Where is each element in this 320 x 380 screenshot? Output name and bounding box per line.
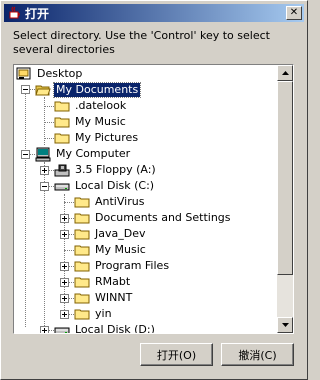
collapse-my-documents[interactable] — [21, 85, 30, 94]
tree-label: Program Files — [95, 259, 170, 272]
folder-open-icon — [35, 85, 51, 96]
scroll-thumb[interactable] — [277, 81, 293, 275]
tree-label: Local Disk (D:) — [75, 323, 155, 334]
tree-label: My Computer — [56, 147, 131, 160]
cancel-button[interactable]: 撤消(C) — [221, 343, 294, 366]
tree-node-program-files[interactable]: Program Files — [74, 258, 171, 274]
tree-node-local-disk-c[interactable]: Local Disk (C:) — [54, 178, 156, 194]
tree-node-rmabt[interactable]: RMabt — [74, 274, 132, 290]
folder-icon — [74, 261, 90, 272]
window-title: 打开 — [25, 6, 50, 21]
expand-program-files[interactable] — [60, 262, 69, 271]
expand-java-dev[interactable] — [60, 230, 69, 239]
hard-disk-icon — [54, 183, 70, 191]
arrow-down-icon — [281, 323, 289, 327]
tree-label: .datelook — [75, 99, 127, 112]
open-button[interactable]: 打开(O) — [140, 343, 213, 366]
tree-node-datelook[interactable]: .datelook — [54, 98, 128, 114]
folder-icon — [54, 133, 70, 144]
folder-icon — [74, 213, 90, 224]
folder-icon — [74, 229, 90, 240]
tree-node-my-music-c[interactable]: My Music — [74, 242, 148, 258]
open-dialog: 打开 ✕ Select directory. Use the 'Control'… — [0, 0, 308, 380]
tree-node-floppy-a[interactable]: 3.5 Floppy (A:) — [54, 162, 158, 178]
expand-floppy[interactable] — [40, 166, 49, 175]
instructions-text: Select directory. Use the 'Control' key … — [13, 29, 270, 56]
tree-label: My Music — [95, 243, 146, 256]
scroll-up-button[interactable] — [277, 65, 293, 81]
title-bar[interactable]: 打开 ✕ — [4, 4, 304, 22]
expand-local-disk-d[interactable] — [40, 326, 49, 333]
tree-label: My Documents — [52, 82, 142, 98]
tree-label: Local Disk (C:) — [75, 179, 155, 192]
folder-icon — [74, 277, 90, 288]
floppy-icon — [54, 164, 70, 177]
tree-label: My Pictures — [75, 131, 139, 144]
tree-node-antivirus[interactable]: AntiVirus — [74, 194, 146, 210]
desktop-icon — [16, 67, 31, 80]
expand-documents-and-settings[interactable] — [60, 214, 69, 223]
tree-label: Documents and Settings — [95, 211, 231, 224]
expand-winnt[interactable] — [60, 294, 69, 303]
tree-node-local-disk-d[interactable]: Local Disk (D:) — [54, 322, 157, 334]
vertical-scrollbar[interactable] — [277, 65, 293, 333]
scroll-down-button[interactable] — [277, 317, 293, 333]
tree-label: Java_Dev — [95, 227, 146, 240]
arrow-up-icon — [281, 71, 289, 75]
folder-icon — [74, 245, 90, 256]
close-button[interactable]: ✕ — [286, 6, 302, 20]
tree-node-documents-and-settings[interactable]: Documents and Settings — [74, 210, 233, 226]
expand-rmabt[interactable] — [60, 278, 69, 287]
expand-yin[interactable] — [60, 310, 69, 319]
collapse-my-computer[interactable] — [21, 150, 30, 159]
tree-node-my-documents[interactable]: My Documents — [35, 82, 142, 98]
folder-icon — [54, 117, 70, 128]
java-icon — [9, 6, 20, 19]
folder-icon — [74, 197, 90, 208]
collapse-local-disk-c[interactable] — [40, 182, 49, 191]
tree-node-winnt[interactable]: WINNT — [74, 290, 134, 306]
tree-label: AntiVirus — [95, 195, 145, 208]
tree-label: yin — [95, 307, 112, 320]
tree-label: Desktop — [37, 67, 83, 80]
tree-label: My Music — [75, 115, 126, 128]
tree-node-desktop[interactable]: Desktop — [16, 66, 84, 82]
tree-node-my-computer[interactable]: My Computer — [35, 146, 132, 162]
tree-label: 3.5 Floppy (A:) — [75, 163, 156, 176]
tree-label: RMabt — [95, 275, 131, 288]
close-icon: ✕ — [289, 7, 299, 18]
folder-icon — [54, 101, 70, 112]
tree-node-my-music[interactable]: My Music — [54, 114, 128, 130]
folder-icon — [74, 309, 90, 320]
tree-label: WINNT — [95, 291, 133, 304]
tree-node-java-dev[interactable]: Java_Dev — [74, 226, 147, 242]
folder-icon — [74, 293, 90, 304]
hard-disk-icon — [54, 327, 70, 333]
tree-node-my-pictures[interactable]: My Pictures — [54, 130, 140, 146]
computer-icon — [35, 147, 51, 162]
tree-node-yin[interactable]: yin — [74, 306, 114, 322]
directory-tree[interactable]: Desktop My Documents .datelook My Music — [13, 64, 294, 334]
